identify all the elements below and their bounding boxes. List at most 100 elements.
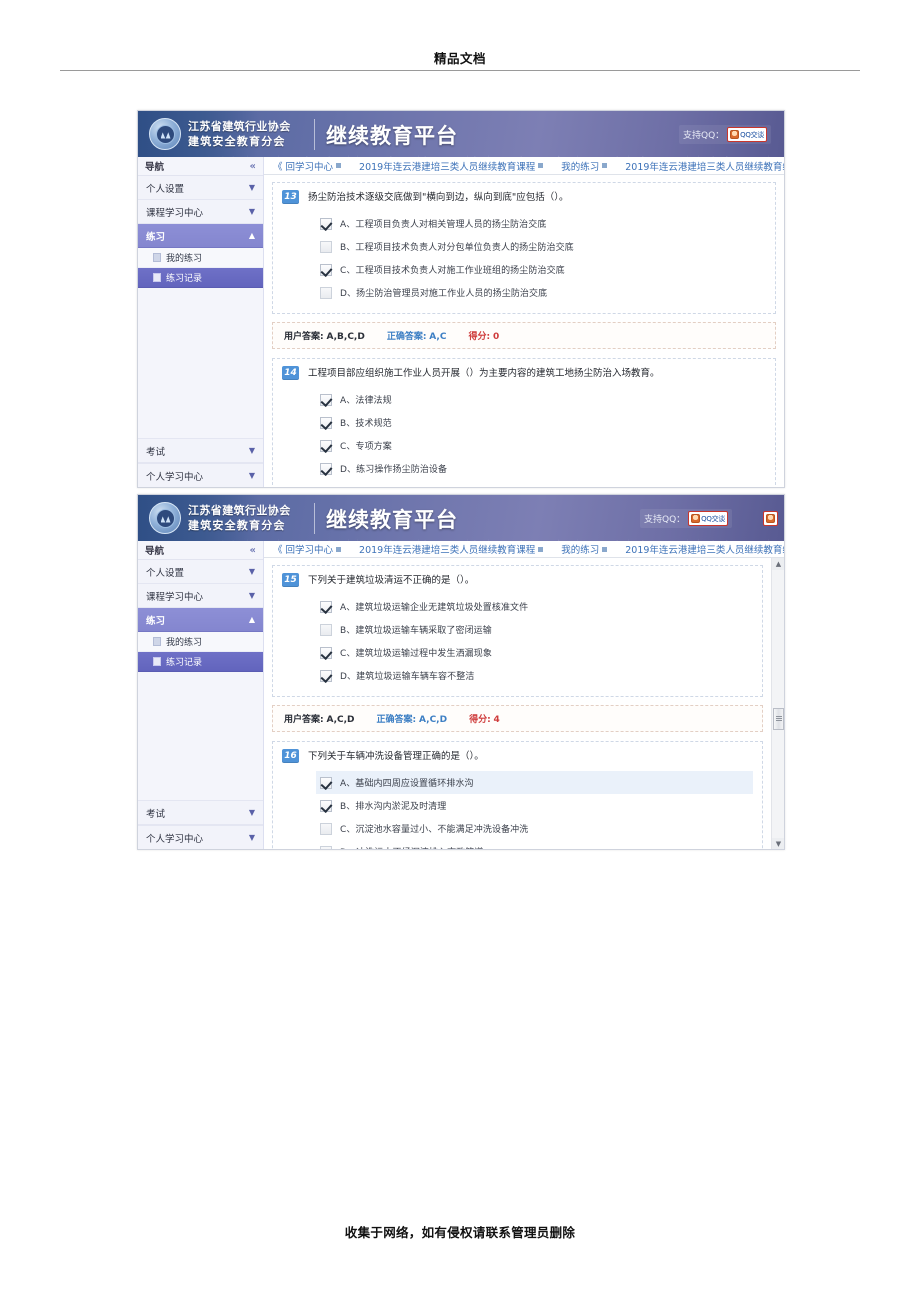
close-icon[interactable] (602, 546, 608, 552)
qq-support-label: 支持QQ： (683, 131, 725, 141)
sidebar-group-exam[interactable]: 考试 ▼ (138, 438, 263, 463)
qq-chat-button[interactable]: QQ交谈 (688, 511, 728, 526)
option-label: A、工程项目负责人对相关管理人员的扬尘防治交底 (340, 220, 547, 231)
option-row[interactable]: B、工程项目技术负责人对分包单位负责人的扬尘防治交底 (316, 235, 766, 258)
correct-answer-label: 正确答案: (386, 332, 427, 343)
option-row[interactable]: B、技术规范 (316, 411, 766, 434)
sidebar-group-personal-settings[interactable]: 个人设置 ▼ (138, 176, 263, 200)
checkbox-icon[interactable] (320, 845, 332, 849)
option-label: D、建筑垃圾运输车辆车容不整洁 (340, 672, 475, 683)
close-icon[interactable] (538, 546, 544, 552)
question-text: 工程项目部应组织施工作业人员开展（）为主要内容的建筑工地扬尘防治入场教育。 (308, 368, 660, 380)
sidebar-item-my-practice[interactable]: 我的练习 (138, 248, 263, 268)
sidebar-collapse-icon[interactable]: « (250, 161, 256, 172)
close-icon[interactable] (602, 163, 608, 169)
option-row[interactable]: D、建筑垃圾运输车辆车容不整洁 (316, 664, 753, 687)
answer-summary: 用户答案: A,B,C,D 正确答案: A,C 得分: 0 (272, 322, 776, 350)
page-icon (153, 657, 161, 666)
sidebar-bottom-groups: 考试 ▼ 个人学习中心 ▼ (138, 800, 263, 849)
sidebar-group-course-center[interactable]: 课程学习中心 ▼ (138, 584, 263, 608)
score-value: 4 (493, 715, 500, 726)
chevron-down-icon: ▼ (248, 207, 255, 216)
chevron-up-icon: ▲ (248, 231, 255, 240)
checkbox-icon[interactable] (320, 217, 332, 230)
checkbox-icon[interactable] (320, 416, 332, 429)
breadcrumb-my-practice[interactable]: 我的练习 (552, 159, 616, 173)
checkbox-icon[interactable] (320, 600, 332, 613)
platform-title: 继续教育平台 (326, 124, 458, 148)
close-icon[interactable] (336, 163, 342, 169)
association-name: 江苏省建筑行业协会 建筑安全教育分会 (188, 119, 308, 149)
sidebar-group-practice[interactable]: 练习 ▲ (138, 608, 263, 632)
sidebar-group-personal-settings[interactable]: 个人设置 ▼ (138, 560, 263, 584)
checkbox-icon[interactable] (320, 822, 332, 835)
breadcrumb-practice[interactable]: 2019年连云港建培三类人员继续教育练习 (616, 542, 784, 556)
question-card: 15 下列关于建筑垃圾清运不正确的是（）。 A、建筑垃圾运输企业无建筑垃圾处置核… (272, 565, 763, 698)
chevron-down-icon: ▼ (248, 183, 255, 192)
checkbox-icon[interactable] (320, 646, 332, 659)
sidebar-group-personal-learning-center[interactable]: 个人学习中心 ▼ (138, 463, 263, 487)
breadcrumb-back-to-study-center[interactable]: 《 回学习中心 (264, 159, 350, 173)
sidebar-group-label: 个人学习中心 (146, 471, 204, 483)
sidebar-group-practice[interactable]: 练习 ▲ (138, 224, 263, 248)
qq-chat-button[interactable]: QQ交谈 (727, 127, 767, 142)
option-row[interactable]: B、建筑垃圾运输车辆采取了密闭运输 (316, 618, 753, 641)
option-row[interactable]: A、工程项目负责人对相关管理人员的扬尘防治交底 (316, 212, 766, 235)
option-row[interactable]: B、排水沟内淤泥及时清理 (316, 794, 753, 817)
sidebar-item-practice-records[interactable]: 练习记录 (138, 268, 263, 288)
checkbox-icon[interactable] (320, 393, 332, 406)
breadcrumb-my-practice[interactable]: 我的练习 (552, 542, 616, 556)
option-row[interactable]: C、专项方案 (316, 434, 766, 457)
scroll-up-icon[interactable]: ▲ (772, 558, 784, 571)
user-answer-label: 用户答案: (284, 715, 324, 726)
option-row[interactable]: A、建筑垃圾运输企业无建筑垃圾处置核准文件 (316, 595, 753, 618)
window-1-body: 导航 « 个人设置 ▼ 课程学习中心 ▼ 练习 ▲ 我的练习 练习记录 考试 ▼… (138, 157, 784, 487)
checkbox-icon[interactable] (320, 799, 332, 812)
option-row[interactable]: D、练习操作扬尘防治设备 (316, 457, 766, 480)
checkbox-icon[interactable] (320, 439, 332, 452)
close-icon[interactable] (538, 163, 544, 169)
option-row[interactable]: D、扬尘防治管理员对施工作业人员的扬尘防治交底 (316, 281, 766, 304)
scroll-down-icon[interactable]: ▼ (772, 838, 784, 849)
window-1-main: 《 回学习中心 2019年连云港建培三类人员继续教育课程 我的练习 2019年连… (264, 157, 784, 487)
checkbox-icon[interactable] (320, 286, 332, 299)
option-row[interactable]: A、法律法规 (316, 388, 766, 411)
checkbox-icon[interactable] (320, 623, 332, 636)
checkbox-icon[interactable] (320, 776, 332, 789)
close-icon[interactable] (336, 546, 342, 552)
breadcrumb-course[interactable]: 2019年连云港建培三类人员继续教育课程 (350, 542, 552, 556)
vertical-scrollbar[interactable]: ▲ ▼ (771, 558, 784, 849)
option-label: B、工程项目技术负责人对分包单位负责人的扬尘防治交底 (340, 243, 574, 254)
checkbox-icon[interactable] (320, 462, 332, 475)
option-list: A、工程项目负责人对相关管理人员的扬尘防治交底 B、工程项目技术负责人对分包单位… (282, 212, 766, 304)
qq-chat-label: QQ交谈 (701, 514, 725, 523)
checkbox-icon[interactable] (320, 669, 332, 682)
option-row[interactable]: C、工程项目技术负责人对施工作业班组的扬尘防治交底 (316, 258, 766, 281)
sidebar-group-personal-learning-center[interactable]: 个人学习中心 ▼ (138, 825, 263, 849)
option-label: B、排水沟内淤泥及时清理 (340, 802, 447, 813)
breadcrumb-course[interactable]: 2019年连云港建培三类人员继续教育课程 (350, 159, 552, 173)
sidebar-spacer (138, 288, 263, 438)
option-label: C、专项方案 (340, 442, 392, 453)
sidebar-group-course-center[interactable]: 课程学习中心 ▼ (138, 200, 263, 224)
breadcrumb-back-to-study-center[interactable]: 《 回学习中心 (264, 542, 350, 556)
option-row[interactable]: C、建筑垃圾运输过程中发生洒漏现象 (316, 641, 753, 664)
option-row[interactable]: A、基础内四周应设置循环排水沟 (316, 771, 753, 795)
sidebar-group-label: 课程学习中心 (146, 591, 204, 603)
association-name-line2: 建筑安全教育分会 (188, 135, 286, 148)
scrollbar-thumb[interactable] (773, 708, 784, 731)
checkbox-icon[interactable] (320, 263, 332, 276)
sidebar-group-exam[interactable]: 考试 ▼ (138, 800, 263, 825)
option-row[interactable]: C、沉淀池水容量过小、不能满足冲洗设备冲洗 (316, 817, 753, 840)
breadcrumb-practice[interactable]: 2019年连云港建培三类人员继续教育练习 (616, 159, 784, 173)
sidebar-item-label: 练习记录 (166, 274, 203, 284)
question-text: 下列关于建筑垃圾清运不正确的是（）。 (308, 575, 475, 587)
association-name-line1: 江苏省建筑行业协会 (188, 504, 291, 517)
checkbox-icon[interactable] (320, 240, 332, 253)
option-row[interactable]: D、冲洗污水不经沉淀排入市政管道 (316, 840, 753, 849)
sidebar-item-practice-records[interactable]: 练习记录 (138, 652, 263, 672)
sidebar-collapse-icon[interactable]: « (250, 545, 256, 556)
qq-chat-button-clipped[interactable] (763, 511, 778, 526)
question-header: 15 下列关于建筑垃圾清运不正确的是（）。 (282, 573, 753, 588)
sidebar-item-my-practice[interactable]: 我的练习 (138, 632, 263, 652)
